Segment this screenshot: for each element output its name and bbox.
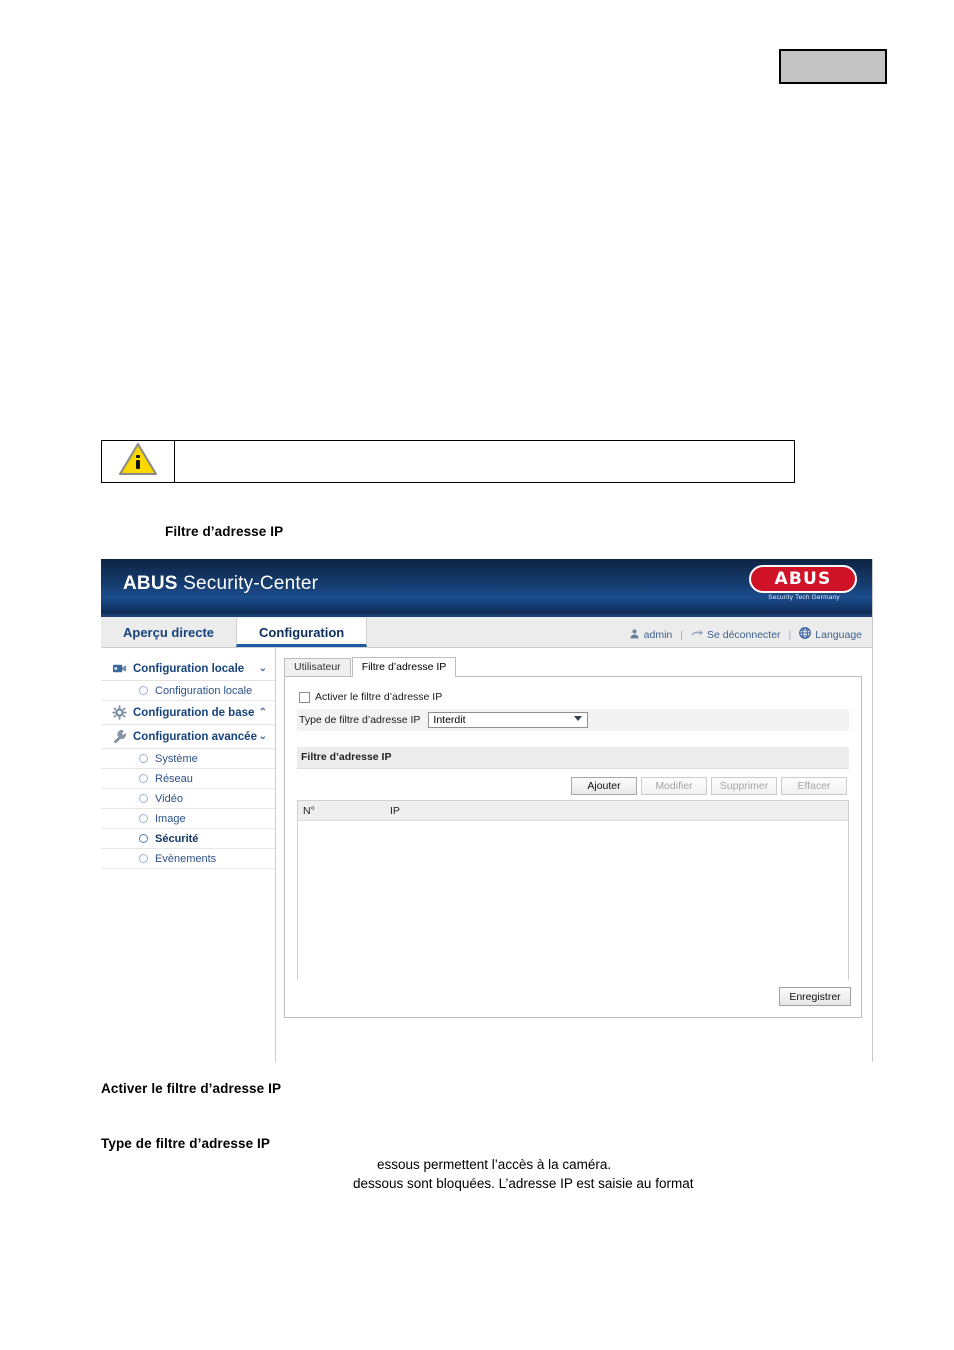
tab-apercu-directe[interactable]: Aperçu directe xyxy=(101,618,236,647)
paragraph-line-2: dessous sont bloquées. L’adresse IP est … xyxy=(353,1176,694,1191)
brand-header: ABUS Security-Center ABUS Security Tech … xyxy=(101,559,872,617)
wrench-icon xyxy=(112,729,127,744)
bullet-icon xyxy=(139,686,148,695)
bullet-icon xyxy=(139,834,148,843)
heading-activer-filtre: Activer le filtre d’adresse IP xyxy=(101,1081,282,1096)
section-header-filtre-adresse-ip: Filtre d’adresse IP xyxy=(297,747,849,769)
warning-info-triangle-icon xyxy=(118,442,158,481)
enable-ip-filter-checkbox[interactable] xyxy=(299,691,310,703)
note-text xyxy=(175,441,794,482)
settings-pane: Utilisateur Filtre d’adresse IP Activer … xyxy=(276,648,872,1062)
filter-type-row: Type de filtre d’adresse IP Interdit xyxy=(297,709,849,731)
sidebar-item-securite[interactable]: Sécurité xyxy=(101,829,275,849)
user-account[interactable]: admin xyxy=(629,628,673,642)
filter-type-select[interactable]: Interdit xyxy=(428,712,589,728)
abus-logo: ABUS Security Tech Germany xyxy=(749,565,859,607)
paragraph-line-1: essous permettent l’accès à la caméra. xyxy=(377,1157,612,1172)
user-name: admin xyxy=(643,628,673,641)
edit-button[interactable]: Modifier xyxy=(641,777,707,795)
bullet-icon xyxy=(139,754,148,763)
sidebar-item-reseau[interactable]: Réseau xyxy=(101,769,275,789)
user-icon xyxy=(629,628,640,642)
clear-button[interactable]: Effacer xyxy=(781,777,847,795)
chevron-up-icon: ⌃ xyxy=(258,706,267,718)
table-header-row: N° IP xyxy=(298,801,848,821)
delete-button[interactable]: Supprimer xyxy=(711,777,777,795)
gear-icon xyxy=(112,705,127,720)
sidebar-group-label: Configuration locale xyxy=(133,662,245,675)
sidebar-item-label: Réseau xyxy=(155,772,193,785)
user-bar-separator-1: | xyxy=(680,628,683,641)
sidebar-navigation: Configuration locale ⌄ Configuration loc… xyxy=(101,648,276,1062)
sidebar-item-label: Configuration locale xyxy=(155,684,253,697)
logout-icon xyxy=(691,628,703,642)
user-bar-separator-2: | xyxy=(788,628,792,641)
save-button[interactable]: Enregistrer xyxy=(779,987,851,1006)
sidebar-item-configuration-locale[interactable]: Configuration locale xyxy=(101,681,275,701)
filter-type-selected-value: Interdit xyxy=(433,714,466,726)
bullet-icon xyxy=(139,774,148,783)
bullet-icon xyxy=(139,794,148,803)
abus-logo-text: ABUS xyxy=(749,565,857,593)
camera-web-interface: ABUS Security-Center ABUS Security Tech … xyxy=(101,559,873,1062)
abus-logo-tagline: Security Tech Germany xyxy=(768,594,840,601)
chevron-down-icon: ⌄ xyxy=(258,730,267,742)
tab-configuration[interactable]: Configuration xyxy=(236,618,368,647)
brand-title: ABUS Security-Center xyxy=(123,573,318,595)
settings-panel: Activer le filtre d’adresse IP Type de f… xyxy=(284,676,862,1018)
filter-type-label: Type de filtre d’adresse IP xyxy=(299,714,421,726)
brand-title-bold: ABUS xyxy=(123,573,178,594)
language-selector[interactable]: Language xyxy=(799,627,862,642)
content-area: Configuration locale ⌄ Configuration loc… xyxy=(101,648,872,1062)
enable-ip-filter-label: Activer le filtre d’adresse IP xyxy=(315,691,443,703)
sidebar-item-video[interactable]: Vidéo xyxy=(101,789,275,809)
camera-icon xyxy=(112,661,127,676)
logout-label: Se déconnecter xyxy=(706,628,781,641)
bullet-icon xyxy=(139,814,148,823)
table-body-empty xyxy=(298,821,848,980)
sidebar-item-label: Vidéo xyxy=(155,792,183,805)
ip-filter-table: N° IP xyxy=(297,800,849,980)
table-action-buttons: Ajouter Modifier Supprimer Effacer xyxy=(297,777,849,795)
sidebar-item-label: Evènements xyxy=(155,852,217,865)
sidebar-group-configuration-avancee[interactable]: Configuration avancée ⌄ xyxy=(101,725,275,749)
note-callout xyxy=(101,440,795,483)
sidebar-item-systeme[interactable]: Système xyxy=(101,749,275,769)
subtab-strip: Utilisateur Filtre d’adresse IP xyxy=(284,657,862,677)
globe-icon xyxy=(799,627,812,642)
sidebar-item-label: Image xyxy=(155,812,186,825)
column-header-ip: IP xyxy=(390,804,400,817)
brand-title-light: Security-Center xyxy=(177,573,319,594)
enable-ip-filter-row[interactable]: Activer le filtre d’adresse IP xyxy=(297,691,849,703)
sidebar-item-label: Sécurité xyxy=(155,832,199,845)
subtab-filtre-adresse-ip[interactable]: Filtre d’adresse IP xyxy=(351,657,457,677)
note-icon-cell xyxy=(102,441,175,482)
sidebar-group-configuration-locale[interactable]: Configuration locale ⌄ xyxy=(101,657,275,681)
bullet-icon xyxy=(139,854,148,863)
language-label: Language xyxy=(815,628,862,641)
user-bar: admin | Se déconnecter | Language xyxy=(629,627,872,647)
corner-placeholder-box xyxy=(779,49,887,84)
chevron-down-icon: ⌄ xyxy=(258,662,267,674)
column-header-no: N° xyxy=(303,804,315,817)
sidebar-item-label: Système xyxy=(155,752,198,765)
sidebar-group-configuration-de-base[interactable]: Configuration de base ⌃ xyxy=(101,701,275,725)
sidebar-item-evenements[interactable]: Evènements xyxy=(101,849,275,869)
save-button-row: Enregistrer xyxy=(779,987,851,1006)
sidebar-group-label: Configuration de base xyxy=(133,706,255,719)
sidebar-group-label: Configuration avancée xyxy=(133,730,257,743)
heading-filtre-adresse-ip: Filtre d’adresse IP xyxy=(165,524,284,539)
primary-tab-strip: Aperçu directe Configuration admin | Se … xyxy=(101,617,872,648)
logout-link[interactable]: Se déconnecter xyxy=(691,628,781,642)
heading-type-filtre: Type de filtre d’adresse IP xyxy=(101,1136,271,1151)
chevron-down-icon xyxy=(574,716,583,721)
sidebar-item-image[interactable]: Image xyxy=(101,809,275,829)
add-button[interactable]: Ajouter xyxy=(571,777,637,795)
subtab-utilisateur[interactable]: Utilisateur xyxy=(284,658,351,676)
